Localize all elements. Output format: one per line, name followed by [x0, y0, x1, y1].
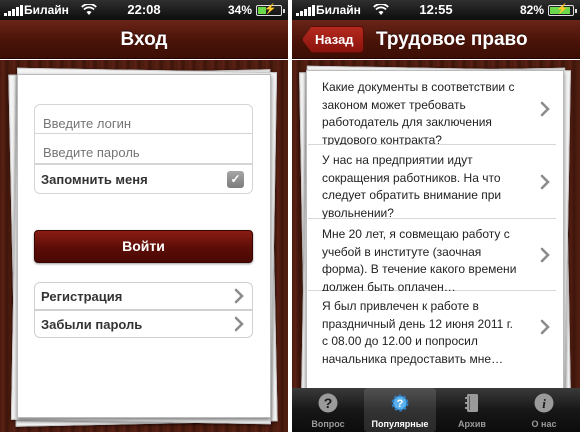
- question-text: Я был привлечен к работе в праздничный д…: [322, 299, 513, 366]
- svg-text:?: ?: [397, 398, 404, 410]
- remember-me-label: Запомнить меня: [41, 172, 148, 187]
- tab-popular[interactable]: ? Популярные: [364, 388, 436, 432]
- forgot-password-button[interactable]: Забыли пароль: [34, 310, 253, 338]
- tab-label: Вопрос: [311, 419, 345, 429]
- status-bar: Билайн 22:08 34% ⚡: [0, 0, 288, 20]
- remember-me-checkbox[interactable]: ✓: [227, 171, 244, 188]
- tab-about[interactable]: i О нас: [508, 388, 580, 432]
- page-title: Вход: [120, 29, 168, 50]
- tab-archive[interactable]: Архив вопросов: [436, 388, 508, 432]
- question-text: Какие документы в соответствии с законом…: [322, 80, 515, 147]
- remember-me-row[interactable]: Запомнить меня ✓: [34, 164, 253, 194]
- login-input[interactable]: [34, 104, 253, 134]
- back-button[interactable]: Назад: [302, 26, 364, 53]
- question-item[interactable]: У нас на предприятии идут сокращения раб…: [308, 145, 556, 220]
- nav-bar: Вход: [0, 20, 288, 59]
- tab-label: Популярные: [371, 419, 429, 429]
- tab-question[interactable]: ? Вопрос: [292, 388, 364, 432]
- info-icon: i: [534, 393, 554, 413]
- tab-label: О нас: [531, 419, 557, 429]
- svg-text:i: i: [542, 396, 546, 411]
- page-title: Трудовое право: [376, 29, 528, 50]
- tab-bar: ? Вопрос ? Популярные Архив вопросов i О…: [292, 388, 580, 432]
- question-item[interactable]: Какие документы в соответствии с законом…: [308, 72, 556, 147]
- chevron-right-icon: [234, 316, 244, 332]
- chevron-right-icon: [540, 319, 550, 335]
- questions-screen: Билайн 12:55 82% ⚡ Назад Трудовое право …: [292, 0, 580, 432]
- nav-bar: Назад Трудовое право: [292, 20, 580, 59]
- chevron-right-icon: [234, 288, 244, 304]
- question-text: У нас на предприятии идут сокращения раб…: [322, 153, 502, 220]
- battery-percent: 82%: [519, 3, 544, 17]
- chevron-right-icon: [540, 174, 550, 190]
- login-screen: Билайн 22:08 34% ⚡ Вход Запомнить меня ✓…: [0, 0, 288, 432]
- gear-icon: ?: [391, 394, 409, 412]
- question-icon: ?: [318, 393, 338, 413]
- svg-text:?: ?: [324, 395, 333, 411]
- battery-icon: ⚡: [256, 4, 285, 16]
- register-button[interactable]: Регистрация: [34, 282, 253, 310]
- password-input[interactable]: [34, 134, 253, 164]
- register-label: Регистрация: [41, 289, 123, 304]
- archive-icon: [465, 394, 478, 412]
- question-item[interactable]: Я был привлечен к работе в праздничный д…: [308, 291, 556, 366]
- chevron-right-icon: [540, 247, 550, 263]
- status-bar: Билайн 12:55 82% ⚡: [292, 0, 580, 20]
- battery-percent: 34%: [227, 3, 252, 17]
- chevron-right-icon: [540, 101, 550, 117]
- question-item[interactable]: Мне 20 лет, я совмещаю работу с учебой в…: [308, 219, 556, 294]
- login-button[interactable]: Войти: [34, 230, 253, 263]
- forgot-password-label: Забыли пароль: [41, 317, 143, 332]
- tab-label: Архив вопросов: [450, 419, 493, 432]
- battery-icon: ⚡: [548, 4, 577, 16]
- question-text: Мне 20 лет, я совмещаю работу с учебой в…: [322, 227, 517, 294]
